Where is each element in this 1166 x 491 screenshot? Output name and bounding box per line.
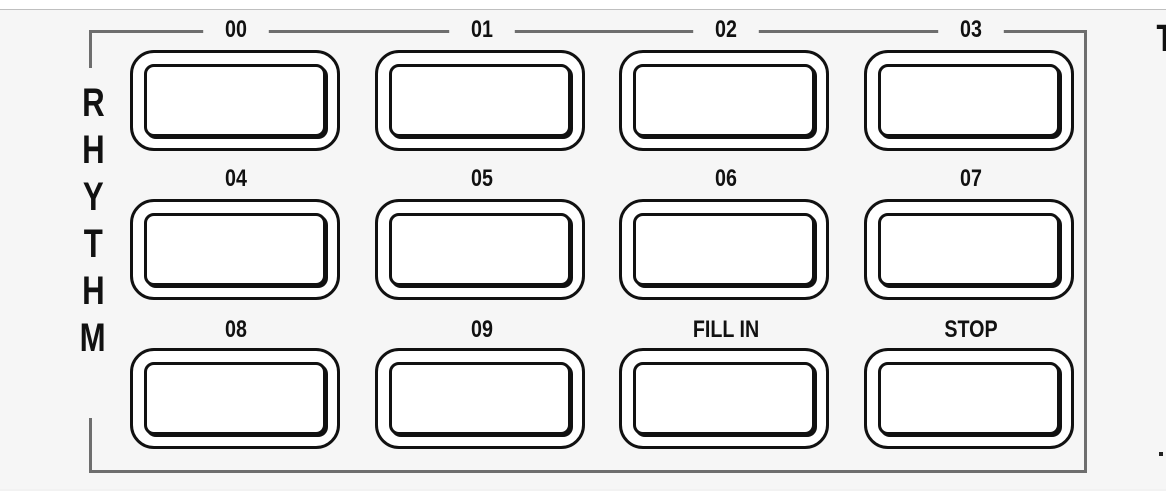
- frame-left-line-lower: [89, 418, 92, 473]
- rhythm-pad-04[interactable]: [130, 199, 340, 300]
- title-letter: M: [79, 315, 106, 362]
- cropped-edge-letter: T: [1156, 18, 1166, 61]
- pad-face: [878, 362, 1060, 435]
- pad-face: [878, 64, 1060, 137]
- pad-face: [144, 213, 326, 286]
- pad-face: [144, 362, 326, 435]
- pad-label-03: 03: [938, 17, 1004, 43]
- rhythm-pad-01[interactable]: [375, 50, 585, 151]
- cropped-edge-mark: [1159, 452, 1163, 456]
- stop-pad[interactable]: [864, 348, 1074, 449]
- pad-label-06: 06: [693, 166, 759, 192]
- top-divider: [0, 9, 1166, 10]
- pad-label-05: 05: [449, 166, 515, 192]
- title-letter: R: [81, 80, 105, 127]
- fill-in-pad[interactable]: [619, 348, 829, 449]
- frame-bottom-line: [89, 470, 1087, 473]
- rhythm-pad-06[interactable]: [619, 199, 829, 300]
- pad-face: [144, 64, 326, 137]
- rhythm-pad-08[interactable]: [130, 348, 340, 449]
- pad-label-09: 09: [449, 317, 515, 343]
- pad-label-08: 08: [203, 317, 269, 343]
- pad-label-01: 01: [449, 17, 515, 43]
- title-letter: H: [81, 127, 105, 174]
- pad-label-02: 02: [693, 17, 759, 43]
- rhythm-pad-09[interactable]: [375, 348, 585, 449]
- pad-label-fill-in: FILL IN: [666, 317, 786, 343]
- rhythm-vertical-title: R H Y T H M: [72, 80, 114, 362]
- frame-right-line: [1084, 30, 1087, 473]
- frame-left-line-upper: [89, 30, 92, 68]
- pad-label-stop: STOP: [925, 317, 1017, 343]
- pad-face: [878, 213, 1060, 286]
- rhythm-pad-05[interactable]: [375, 199, 585, 300]
- pad-face: [633, 213, 815, 286]
- pad-face: [633, 64, 815, 137]
- rhythm-pad-00[interactable]: [130, 50, 340, 151]
- rhythm-pad-03[interactable]: [864, 50, 1074, 151]
- pad-face: [633, 362, 815, 435]
- pad-face: [389, 64, 571, 137]
- title-letter: Y: [82, 174, 104, 221]
- rhythm-pad-02[interactable]: [619, 50, 829, 151]
- rhythm-pad-07[interactable]: [864, 199, 1074, 300]
- pad-label-04: 04: [203, 166, 269, 192]
- pad-label-07: 07: [938, 166, 1004, 192]
- title-letter: T: [83, 221, 103, 268]
- pad-face: [389, 213, 571, 286]
- pad-label-00: 00: [203, 17, 269, 43]
- pad-face: [389, 362, 571, 435]
- title-letter: H: [81, 268, 105, 315]
